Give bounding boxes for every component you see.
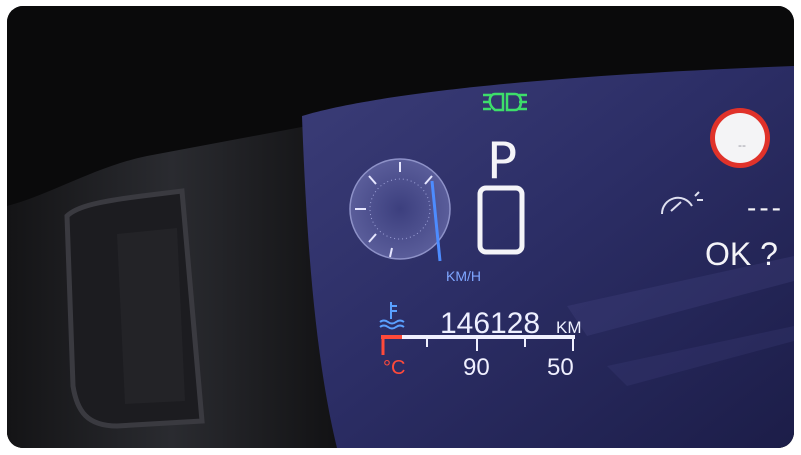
temperature-scale-high: 50 [547,354,574,381]
speedometer-dial [349,158,451,262]
dashboard-scene [7,6,794,448]
gear-selected-letter: P [487,132,518,190]
air-vent-inner [117,228,185,404]
temperature-unit: °C [383,357,406,379]
service-dashes: --- [747,192,784,223]
temperature-scale-mid: 90 [463,354,490,381]
odometer-unit: KM [556,318,582,337]
speed-unit-label: KM/H [446,268,481,284]
warning-circle-text: -- [738,138,746,152]
dashboard-photo: P KM/H 146128 KM °C 90 50 -- --- OK ? [7,6,794,448]
odometer-value: 146128 [440,307,541,340]
ok-prompt: OK ? [705,236,778,272]
